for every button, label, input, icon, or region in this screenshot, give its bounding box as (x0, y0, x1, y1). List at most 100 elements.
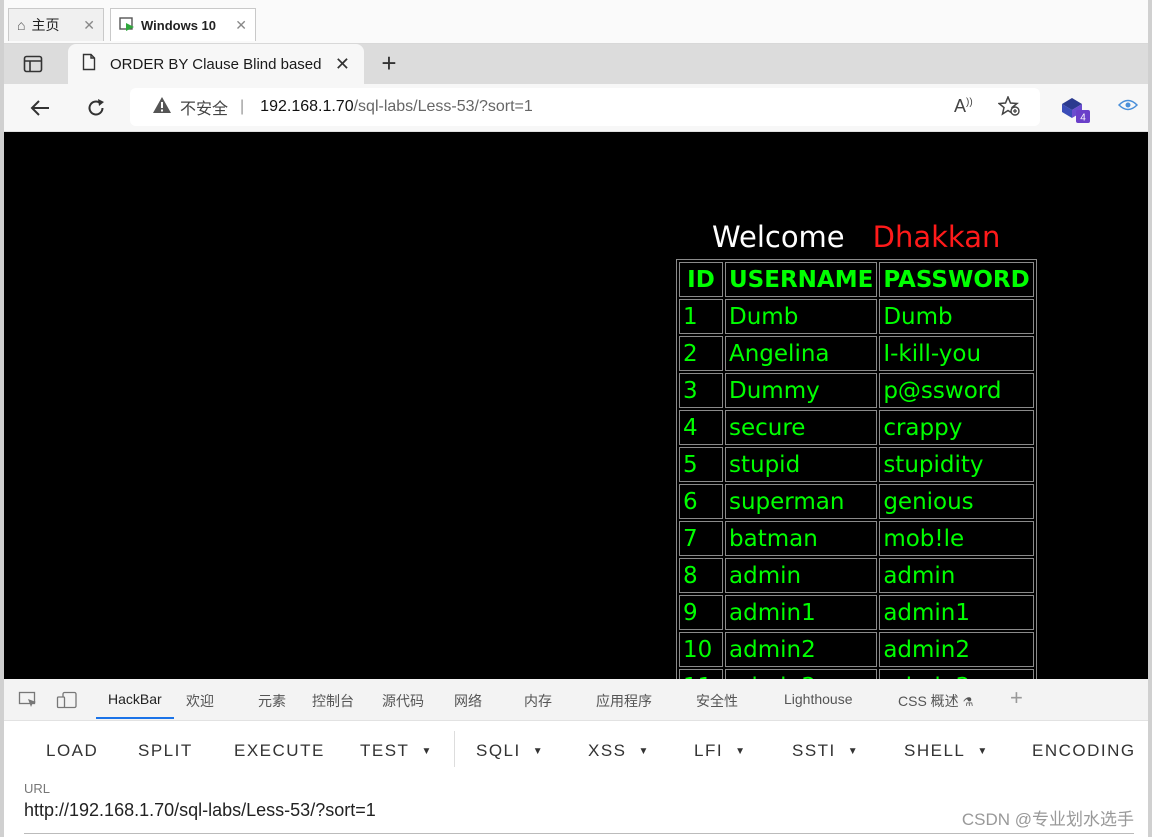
caret-down-icon: ▼ (638, 746, 650, 757)
caret-down-icon: ▼ (421, 746, 433, 757)
device-emulation-icon[interactable] (56, 691, 78, 714)
ssti-button[interactable]: SSTI ▼ (792, 741, 859, 761)
back-arrow-icon[interactable] (24, 92, 56, 124)
cell-id: 11 (679, 669, 723, 679)
shell-button[interactable]: SHELL ▼ (904, 741, 989, 761)
favorite-add-icon[interactable] (997, 95, 1020, 121)
header-id: ID (679, 262, 723, 297)
header-username: USERNAME (725, 262, 878, 297)
close-icon[interactable]: ✕ (83, 17, 95, 34)
cell-username: Angelina (725, 336, 878, 371)
url-input[interactable]: http://192.168.1.70/sql-labs/Less-53/?so… (24, 800, 376, 821)
execute-button[interactable]: EXECUTE (234, 741, 325, 761)
test-button[interactable]: TEST ▼ (360, 741, 433, 761)
close-icon[interactable]: ✕ (235, 17, 247, 34)
sqli-button[interactable]: SQLI ▼ (476, 741, 544, 761)
welcome-name: Dhakkan (872, 220, 1001, 254)
tab-network[interactable]: 网络 (454, 691, 482, 711)
tab-actions-icon[interactable] (18, 52, 48, 76)
browser-tab-bar: ORDER BY Clause Blind based ✕ + (4, 44, 1148, 84)
vm-tab-home[interactable]: ⌂ 主页 ✕ (8, 8, 104, 41)
hackbar-toolbar: LOAD SPLIT EXECUTE TEST ▼ SQLI ▼ XSS ▼ LFI ▼… (4, 721, 1148, 777)
eye-extension-icon[interactable] (1117, 96, 1139, 117)
close-icon[interactable]: ✕ (335, 54, 350, 75)
cell-password: I-kill-you (879, 336, 1034, 371)
browser-tab-active[interactable]: ORDER BY Clause Blind based ✕ (68, 44, 364, 84)
cell-username: superman (725, 484, 878, 519)
devtools-panel: HackBar 欢迎 元素 控制台 源代码 网络 内存 应用程序 安全性 Lig… (4, 679, 1148, 837)
table-row: 1 Dumb Dumb (679, 299, 1034, 334)
cell-password: admin3 (879, 669, 1034, 679)
inspect-element-icon[interactable] (18, 691, 38, 714)
tab-title: ORDER BY Clause Blind based (110, 55, 322, 73)
url-path: /sql-labs/Less-53/?sort=1 (353, 98, 533, 115)
cell-id: 2 (679, 336, 723, 371)
table-row: 2 Angelina I-kill-you (679, 336, 1034, 371)
toolbar-divider (454, 731, 455, 767)
tab-elements[interactable]: 元素 (258, 691, 286, 711)
cell-username: stupid (725, 447, 878, 482)
insecure-label[interactable]: 不安全 (180, 95, 228, 119)
address-toolbar: 不安全 | 192.168.1.70/sql-labs/Less-53/?sor… (4, 84, 1148, 132)
cell-id: 3 (679, 373, 723, 408)
load-button[interactable]: LOAD (46, 741, 98, 761)
address-bar[interactable]: 不安全 | 192.168.1.70/sql-labs/Less-53/?sor… (130, 88, 1040, 126)
cell-password: admin (879, 558, 1034, 593)
lfi-button[interactable]: LFI ▼ (694, 741, 746, 761)
caret-down-icon: ▼ (1148, 746, 1149, 757)
xss-button[interactable]: XSS ▼ (588, 741, 650, 761)
cell-username: Dumb (725, 299, 878, 334)
tab-hackbar[interactable]: HackBar (108, 691, 162, 707)
vm-tab-windows10-label: Windows 10 (141, 17, 217, 33)
sqli-button-label: SQLI (476, 741, 521, 760)
caret-down-icon: ▼ (735, 746, 747, 757)
active-tab-indicator (96, 717, 174, 719)
tab-application[interactable]: 应用程序 (596, 691, 652, 711)
cell-username: admin2 (725, 632, 878, 667)
extension-badge: 4 (1080, 113, 1086, 124)
tab-welcome[interactable]: 欢迎 (186, 691, 214, 711)
cell-id: 6 (679, 484, 723, 519)
read-aloud-icon[interactable]: A)) (954, 96, 973, 117)
table-row: 9 admin1 admin1 (679, 595, 1034, 630)
home-icon: ⌂ (17, 17, 26, 33)
vm-tab-windows10[interactable]: Windows 10 ✕ (110, 8, 256, 41)
shell-button-label: SHELL (904, 741, 966, 760)
vm-tab-home-label: 主页 (31, 17, 60, 33)
tab-console[interactable]: 控制台 (312, 691, 354, 711)
extension-icon[interactable]: 4 (1062, 96, 1092, 129)
encoding-button[interactable]: ENCODING ▼ (1032, 741, 1149, 761)
tab-sources[interactable]: 源代码 (382, 691, 424, 711)
split-button[interactable]: SPLIT (138, 741, 193, 761)
screen: ⌂ 主页 ✕ Windows 10 ✕ ORDER BY Clause Blin… (0, 0, 1152, 837)
cell-username: admin3 (725, 669, 878, 679)
cell-id: 8 (679, 558, 723, 593)
cell-password: p@ssword (879, 373, 1034, 408)
cell-id: 5 (679, 447, 723, 482)
vm-tab-strip: ⌂ 主页 ✕ Windows 10 ✕ (4, 0, 1148, 44)
tab-security[interactable]: 安全性 (696, 691, 738, 711)
table-row: 6 superman genious (679, 484, 1034, 519)
tab-memory[interactable]: 内存 (524, 691, 552, 711)
ssti-button-label: SSTI (792, 741, 836, 760)
flask-icon: ⚗ (962, 695, 974, 709)
table-row: 5 stupid stupidity (679, 447, 1034, 482)
welcome-label: Welcome (712, 220, 845, 254)
tab-css-overview[interactable]: CSS 概述 ⚗ (898, 691, 973, 711)
cell-id: 1 (679, 299, 723, 334)
devtools-tab-bar: HackBar 欢迎 元素 控制台 源代码 网络 内存 应用程序 安全性 Lig… (4, 679, 1148, 721)
document-icon (82, 53, 96, 75)
cell-id: 4 (679, 410, 723, 445)
cell-password: admin1 (879, 595, 1034, 630)
tab-lighthouse[interactable]: Lighthouse (784, 691, 853, 707)
new-tab-button[interactable]: + (374, 50, 404, 78)
cell-password: genious (879, 484, 1034, 519)
more-tabs-plus-icon[interactable]: + (1010, 685, 1023, 711)
warning-icon (152, 96, 172, 119)
table-row: 11admin3admin3 (679, 669, 1034, 679)
table-row: 7 batman mob!le (679, 521, 1034, 556)
refresh-icon[interactable] (80, 92, 112, 124)
cell-username: admin1 (725, 595, 878, 630)
url-field-label: URL (24, 781, 51, 796)
url-input-underline (24, 833, 1134, 834)
